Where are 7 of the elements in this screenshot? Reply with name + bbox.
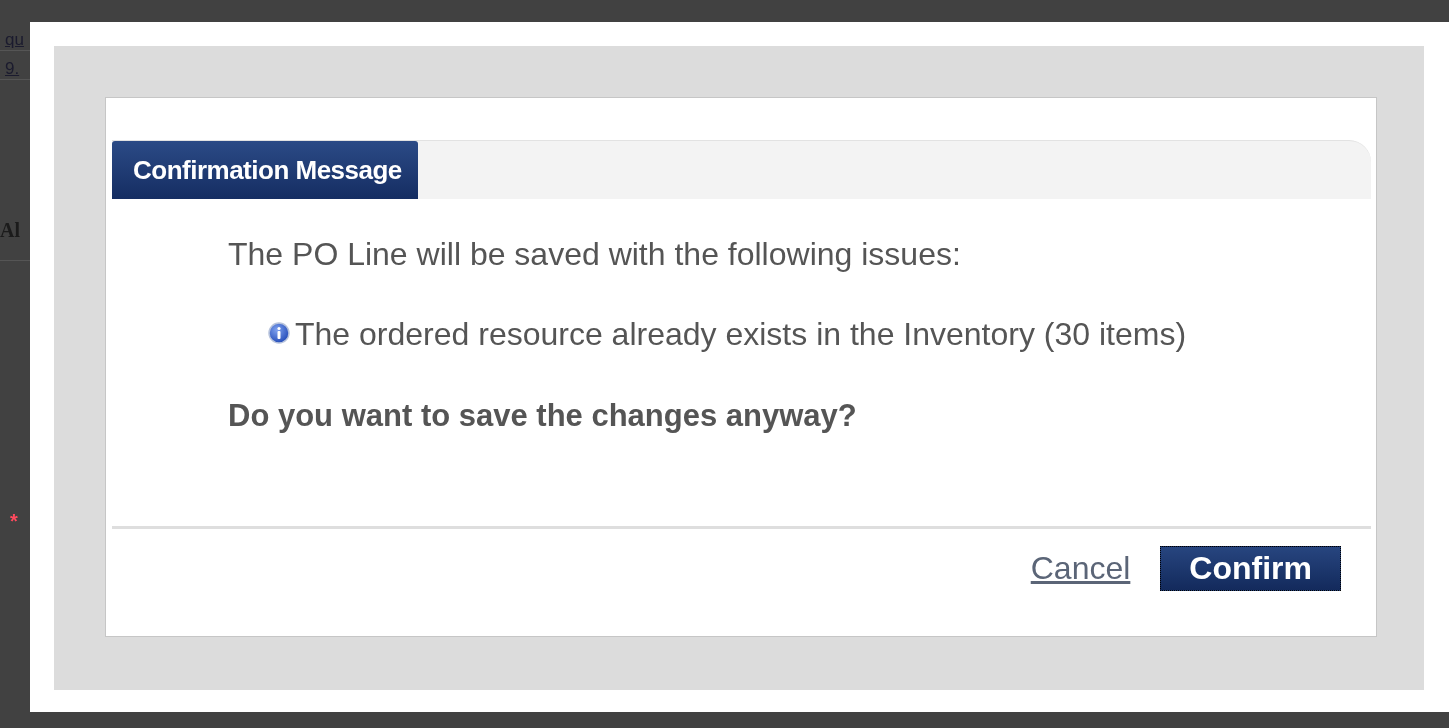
info-icon xyxy=(268,322,290,344)
message-text: The PO Line will be saved with the following issues: xyxy=(228,235,962,274)
confirm-button[interactable]: Confirm xyxy=(1160,546,1341,591)
cancel-link[interactable]: Cancel xyxy=(1030,550,1131,587)
required-mark: * xyxy=(9,509,18,533)
question-text: Do you want to save the changes anyway? xyxy=(228,397,858,435)
issue-text: The ordered resource already exists in the Inventory (30 items) xyxy=(295,315,1187,353)
